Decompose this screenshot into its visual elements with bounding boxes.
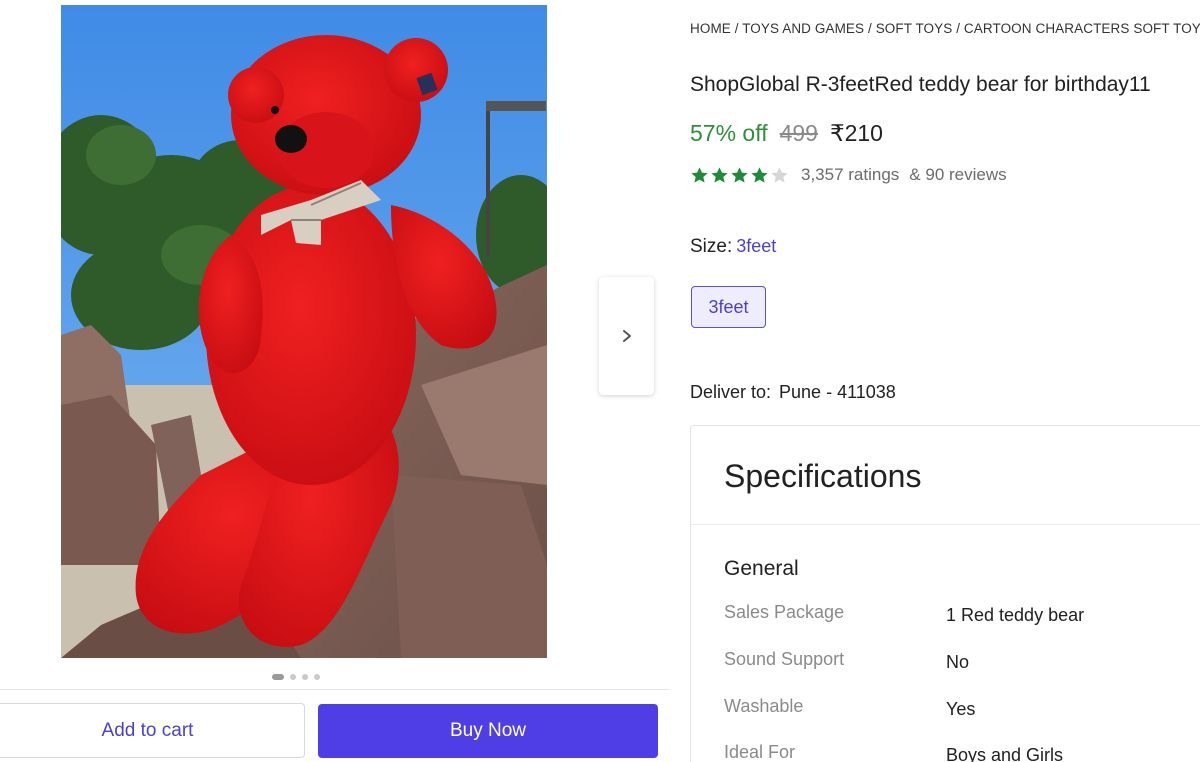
spec-row: Sales Package 1 Red teddy bear [724,602,1200,626]
star-icon [751,166,768,183]
spec-row: Sound Support No [724,649,1200,673]
spec-key: Washable [724,696,804,716]
chevron-right-icon [622,330,631,342]
spec-key: Sales Package [724,602,845,622]
carousel-dot[interactable] [272,674,284,680]
reviews-count[interactable]: & 90 reviews [909,165,1006,185]
mrp-price: 499 [779,120,818,146]
selling-price: ₹210 [829,120,883,146]
size-option-3feet[interactable]: 3feet [691,286,766,328]
star-icon [731,166,748,183]
spec-key: Sound Support [724,649,845,669]
star-rating [690,166,789,185]
star-icon [691,166,708,183]
ratings-count[interactable]: 3,357 ratings [801,165,899,185]
rating-row: 3,357 ratings & 90 reviews [690,165,1007,185]
carousel-dot[interactable] [314,674,320,680]
price-row: 57% off 499 ₹210 [690,120,883,147]
breadcrumb[interactable]: HOME / TOYS AND GAMES / SOFT TOYS / CART… [690,21,1200,36]
star-icon [711,166,728,183]
delivery-location: Pune - 411038 [779,382,896,402]
deliver-label: Deliver to: [690,382,772,402]
star-icon [771,166,788,183]
spec-value: Boys and Girls [946,745,1064,762]
carousel-dot[interactable] [290,674,296,680]
size-label: Size: 3feet [690,236,776,258]
divider [691,524,1200,525]
spec-row: Ideal For Boys and Girls [724,742,1200,762]
specifications-panel: Specifications General Sales Package 1 R… [690,425,1200,762]
teddy-bear-photo [61,5,547,658]
delivery-info[interactable]: Deliver to: Pune - 411038 [690,382,896,403]
carousel-dots [272,674,320,680]
spec-value: No [946,652,970,672]
carousel-dot[interactable] [302,674,308,680]
spec-key: Ideal For [724,742,796,762]
spec-value: Yes [946,699,976,719]
product-title: ShopGlobal R-3feetRed teddy bear for bir… [690,73,1151,96]
specifications-title: Specifications [724,458,922,494]
size-selected-value: 3feet [736,236,777,256]
size-label-text: Size: [690,236,733,257]
spec-value: 1 Red teddy bear [946,605,1085,625]
buy-now-button[interactable]: Buy Now [318,704,658,758]
product-image[interactable] [61,5,547,658]
discount-label: 57% off [690,120,768,146]
action-bar: Add to cart Buy Now [0,689,670,762]
next-image-button[interactable] [599,277,654,395]
add-to-cart-button[interactable]: Add to cart [0,703,305,758]
spec-row: Washable Yes [724,696,1200,720]
spec-group-title: General [724,557,799,580]
